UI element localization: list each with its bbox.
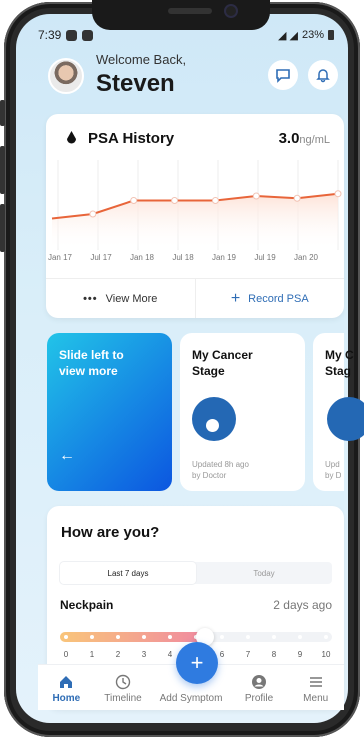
drop-icon [67,131,76,144]
scale-label: 0 [63,650,69,659]
slide-hint-card[interactable]: Slide left to view more ← [47,333,172,491]
view-more-button[interactable]: ••• View More [46,279,195,318]
header: Welcome Back, Steven [48,44,338,100]
scale-dot [298,635,302,639]
x-tick-label: Jan 17 [48,253,73,262]
chat-icon [276,69,290,83]
psa-title: PSA History [88,130,175,147]
battery-icon [328,30,334,40]
scale-dot [220,635,224,639]
notifications-button[interactable] [308,60,338,90]
stage-updated-2: Upd by D [325,460,342,480]
psa-point[interactable] [89,210,97,218]
symptom-row: Neckpain 2 days ago [60,598,332,612]
scale-label: 1 [89,650,95,659]
scale-label: 6 [219,650,225,659]
nav-menu[interactable]: Menu [287,665,344,710]
scale-dot [246,635,250,639]
scale-label: 2 [115,650,121,659]
psa-point[interactable] [334,190,342,198]
message-icon [66,29,78,41]
plus-icon: + [190,650,204,675]
symptom-when: 2 days ago [273,598,332,612]
scale-dot [142,635,146,639]
x-tick-label: Jan 20 [294,253,319,262]
psa-actions: ••• View More + Record PSA [46,278,344,318]
tab-today[interactable]: Today [196,562,332,584]
side-button [0,146,5,194]
stage-indicator-icon [327,397,364,441]
scale-dot [272,635,276,639]
signal-icon: ◢ ◢ [277,29,298,42]
scale-label: 7 [245,650,251,659]
psa-history-card[interactable]: PSA History 3.0ng/mL Jan 17 Jul 17 Jan 18 J… [46,114,344,318]
scale-label: 4 [167,650,173,659]
how-title: How are you? [61,524,160,541]
x-tick-label: Jan 19 [212,253,237,262]
scale-dot [168,635,172,639]
psa-chart: Jan 17 Jul 17 Jan 18 Jul 18 Jan 19 Jul 19 Jan … [48,160,342,262]
slide-hint-text: Slide left to view more [59,348,124,378]
add-symptom-button[interactable]: + [176,642,218,684]
x-tick-label: Jan 18 [130,253,155,262]
clock-icon [115,674,131,690]
avatar[interactable] [48,58,84,94]
scale-label: 9 [297,650,303,659]
menu-icon [309,677,322,687]
symptom-name: Neckpain [60,598,114,612]
severity-fill [60,632,205,642]
more-dots-icon: ••• [83,292,98,305]
arrow-left-icon: ← [59,447,75,464]
scale-label: 8 [271,650,277,659]
nav-timeline[interactable]: Timeline [95,665,152,710]
scale-dot [116,635,120,639]
nav-home[interactable]: Home [38,665,95,710]
photo-icon [82,29,94,41]
psa-point[interactable] [211,197,219,204]
x-tick-label: Jul 19 [254,253,276,262]
welcome-text: Welcome Back, [96,52,187,67]
period-tabs: Last 7 days Today [60,562,332,584]
battery-level: 23% [301,29,324,41]
user-name: Steven [96,70,175,97]
cancer-stage-title-2: My C Stag [325,348,354,378]
home-icon [60,676,73,688]
scale-label: 3 [141,650,147,659]
status-bar: 7:39 ◢ ◢ 23% [38,26,334,44]
stage-indicator-icon [192,397,236,441]
plus-icon: + [230,289,241,307]
x-tick-label: Jul 17 [90,253,112,262]
psa-current-value: 3.0ng/mL [278,130,330,147]
nav-profile[interactable]: Profile [231,665,288,710]
x-tick-label: Jul 18 [172,253,194,262]
stage-updated: Updated 8h ago by Doctor [192,460,249,480]
scale-dot [90,635,94,639]
psa-point[interactable] [171,197,179,204]
cancer-stage-card[interactable]: My Cancer Stage Updated 8h ago by Doctor [180,333,305,491]
psa-point[interactable] [293,194,301,202]
messages-button[interactable] [268,60,298,90]
cancer-stage-title: My Cancer Stage [192,348,253,378]
side-button [0,204,5,252]
record-psa-button[interactable]: + Record PSA [194,279,345,318]
bell-icon [316,69,330,83]
status-time: 7:39 [38,28,62,42]
cancer-stage-card-2[interactable]: My C Stag Upd by D [313,333,364,491]
psa-area [52,193,338,250]
scale-dot [324,635,328,639]
severity-slider[interactable] [60,628,332,646]
psa-point[interactable] [252,192,260,200]
scale-dot [64,635,68,639]
psa-point[interactable] [130,197,138,204]
side-button [0,100,5,126]
tab-last-7-days[interactable]: Last 7 days [60,562,196,584]
user-icon [252,675,266,689]
scale-label: 10 [321,650,331,659]
